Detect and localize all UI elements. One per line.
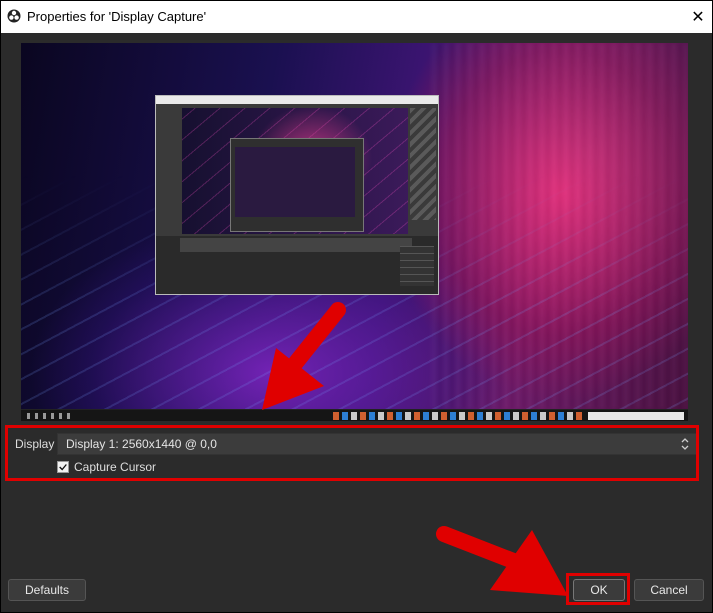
preview-area bbox=[1, 33, 712, 423]
close-icon: ✕ bbox=[691, 9, 705, 26]
nested-controls bbox=[400, 246, 434, 286]
properties-form: Display Display 1: 2560x1440 @ 0,0 Captu… bbox=[1, 423, 712, 571]
taskbar-app-icons bbox=[333, 412, 583, 420]
taskbar-start-icons bbox=[27, 413, 73, 419]
cancel-button[interactable]: Cancel bbox=[634, 579, 704, 601]
blurred-region bbox=[431, 43, 688, 409]
defaults-button[interactable]: Defaults bbox=[8, 579, 86, 601]
title-bar: Properties for 'Display Capture' ✕ bbox=[1, 1, 712, 33]
ok-button[interactable]: OK bbox=[573, 579, 625, 601]
obs-logo-icon bbox=[7, 9, 21, 23]
capture-cursor-label[interactable]: Capture Cursor bbox=[74, 460, 156, 474]
display-label: Display bbox=[15, 437, 55, 451]
captured-taskbar bbox=[21, 409, 688, 421]
nested-dialog-preview bbox=[235, 147, 355, 217]
window-title: Properties for 'Display Capture' bbox=[27, 9, 207, 24]
nested-dock bbox=[180, 238, 412, 252]
capture-cursor-checkbox[interactable] bbox=[57, 461, 69, 473]
checkmark-icon bbox=[59, 464, 67, 471]
nested-dialog bbox=[230, 138, 364, 232]
properties-dialog: Properties for 'Display Capture' ✕ Displ… bbox=[0, 0, 713, 613]
nested-title-bar bbox=[156, 96, 438, 104]
spin-arrows-icon[interactable] bbox=[674, 434, 696, 454]
close-button[interactable]: ✕ bbox=[684, 1, 712, 33]
display-select-value: Display 1: 2560x1440 @ 0,0 bbox=[66, 437, 217, 451]
nested-empty-area bbox=[410, 108, 436, 220]
display-row: Display Display 1: 2560x1440 @ 0,0 bbox=[15, 433, 697, 455]
taskbar-tray bbox=[588, 412, 684, 420]
display-preview bbox=[21, 43, 688, 421]
nested-obs-window bbox=[155, 95, 439, 295]
display-select[interactable]: Display 1: 2560x1440 @ 0,0 bbox=[57, 433, 697, 455]
nested-canvas bbox=[182, 108, 408, 234]
